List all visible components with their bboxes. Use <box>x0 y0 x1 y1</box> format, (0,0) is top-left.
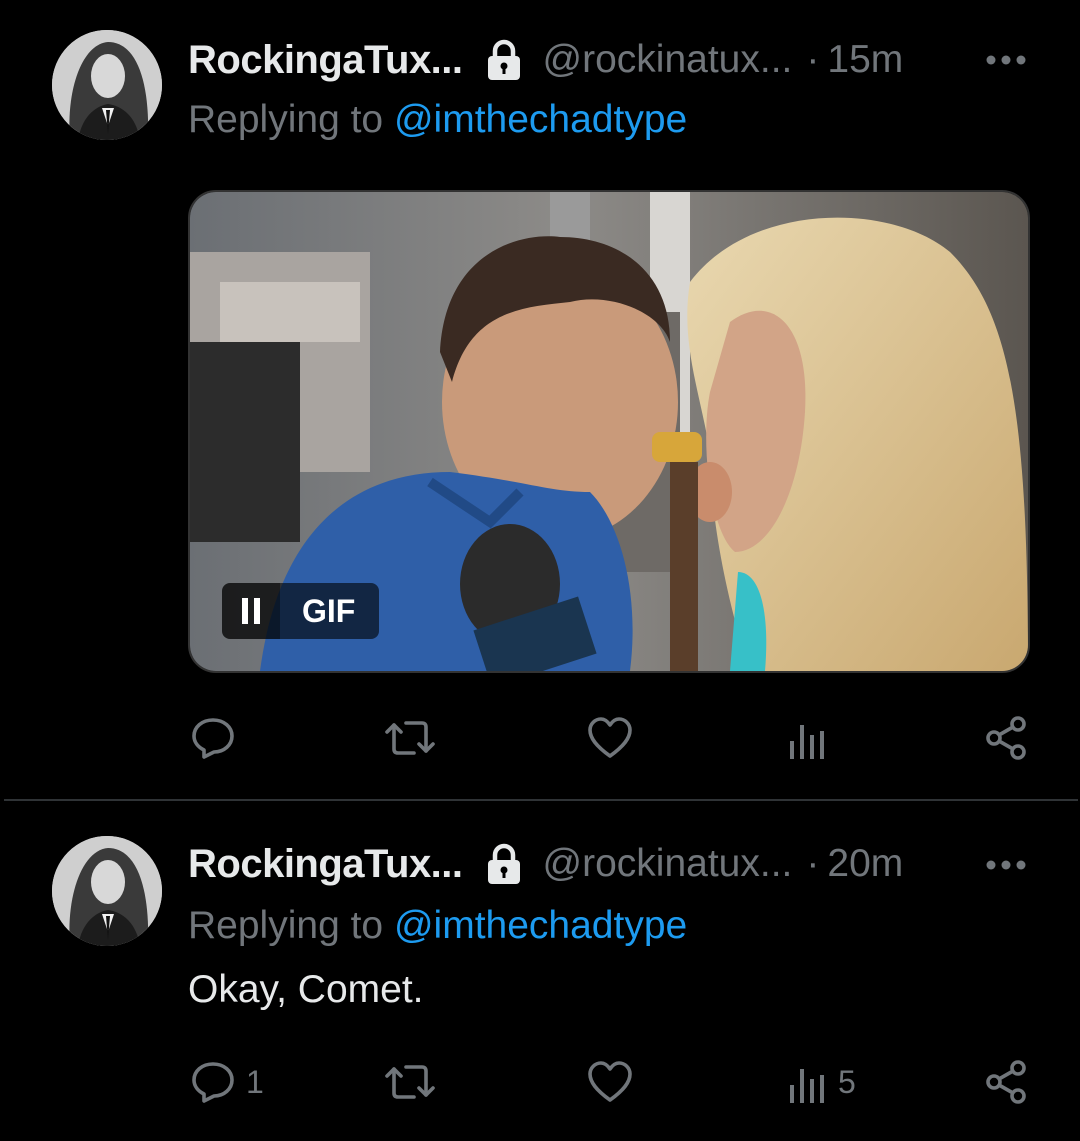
views-icon <box>788 715 828 761</box>
like-button[interactable] <box>586 714 644 762</box>
gif-label: GIF <box>280 583 380 639</box>
lock-icon <box>485 39 523 81</box>
views-button[interactable]: 5 <box>788 1058 856 1106</box>
retweet-icon <box>384 1059 436 1105</box>
handle[interactable]: @rockinatux... <box>543 842 793 886</box>
views-count: 5 <box>838 1063 856 1100</box>
views-button[interactable] <box>788 714 838 762</box>
tweet-header: RockingaTux... @rockinatux... · 20m <box>188 834 1038 894</box>
timestamp[interactable]: 15m <box>827 38 903 82</box>
more-icon[interactable] <box>984 53 1028 67</box>
timestamp[interactable]: 20m <box>827 842 903 886</box>
separator-dot: · <box>806 842 820 885</box>
display-name[interactable]: RockingaTux... <box>188 842 463 887</box>
more-icon[interactable] <box>984 858 1028 872</box>
views-icon <box>788 1059 828 1105</box>
share-button[interactable] <box>984 714 1030 762</box>
retweet-button[interactable] <box>384 714 446 762</box>
tweet[interactable]: RockingaTux... @rockinatux... · 15m Repl… <box>0 0 1080 800</box>
retweet-icon <box>384 715 436 761</box>
like-icon <box>586 1059 634 1105</box>
reply-icon <box>190 1059 236 1105</box>
retweet-button[interactable] <box>384 1058 446 1106</box>
reply-button[interactable]: 1 <box>190 1058 264 1106</box>
gif-badge[interactable]: GIF <box>222 583 380 639</box>
replying-prefix: Replying to <box>188 904 384 947</box>
like-icon <box>586 715 634 761</box>
share-button[interactable] <box>984 1058 1030 1106</box>
divider <box>4 799 1078 801</box>
reply-count: 1 <box>246 1063 264 1100</box>
separator-dot: · <box>806 38 820 81</box>
avatar[interactable] <box>52 30 162 140</box>
tweet-actions: 1 5 <box>188 1058 1034 1106</box>
share-icon <box>984 1059 1030 1105</box>
lock-icon <box>485 843 523 885</box>
reply-button[interactable] <box>190 714 246 762</box>
reply-icon <box>190 715 236 761</box>
mention-link[interactable]: @imthechadtype <box>394 98 687 141</box>
replying-to: Replying to @imthechadtype <box>188 904 687 948</box>
mention-link[interactable]: @imthechadtype <box>394 904 687 947</box>
gif-media[interactable]: GIF <box>188 190 1030 673</box>
tweet-actions <box>188 714 1034 762</box>
like-button[interactable] <box>586 1058 644 1106</box>
handle[interactable]: @rockinatux... <box>543 38 793 82</box>
share-icon <box>984 715 1030 761</box>
replying-prefix: Replying to <box>188 98 384 141</box>
tweet-text: Okay, Comet. <box>188 968 424 1011</box>
pause-icon[interactable] <box>222 583 280 639</box>
tweet-header: RockingaTux... @rockinatux... · 15m <box>188 30 1038 90</box>
replying-to: Replying to @imthechadtype <box>188 98 687 142</box>
avatar[interactable] <box>52 836 162 946</box>
tweet[interactable]: RockingaTux... @rockinatux... · 20m Repl… <box>0 802 1080 1141</box>
display-name[interactable]: RockingaTux... <box>188 38 463 83</box>
